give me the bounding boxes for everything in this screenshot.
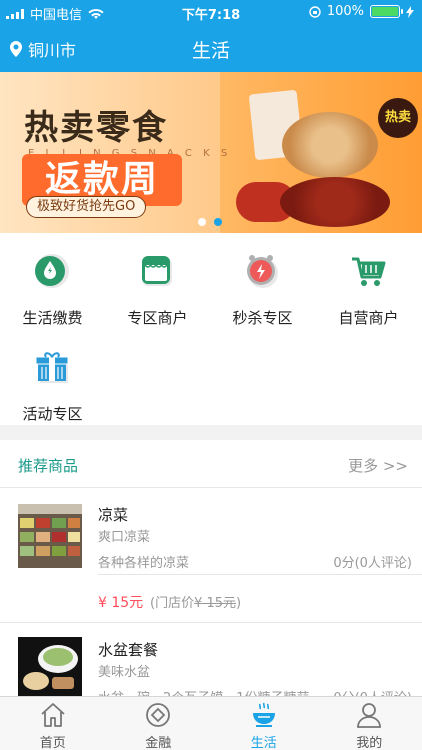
product-category: 爽口凉菜 xyxy=(98,530,151,545)
orientation-lock-icon xyxy=(309,5,321,18)
top-bar: 中国电信 下午7:18 100% 铜川市 生活 xyxy=(0,0,422,72)
status-bar: 中国电信 下午7:18 100% xyxy=(0,0,422,24)
section-header: 推荐商品 更多 >> xyxy=(0,440,422,488)
product-rating: 0分(0人评论) xyxy=(333,687,412,696)
banner-pagination xyxy=(198,218,222,226)
tab-mine[interactable]: 我的 xyxy=(317,697,422,750)
product-category: 美味水盆 xyxy=(98,665,151,680)
category-label: 自营商户 xyxy=(338,309,399,327)
water-drop-icon xyxy=(35,254,69,288)
product-description: 各种各样的凉菜 xyxy=(98,556,190,571)
tab-label: 首页 xyxy=(39,736,66,750)
home-icon xyxy=(41,703,65,727)
tab-home[interactable]: 首页 xyxy=(0,697,106,750)
store-price-prefix: (门店价 xyxy=(150,596,195,611)
category-events[interactable]: 活动专区 xyxy=(0,339,105,423)
banner-badge: 热卖 xyxy=(378,98,418,138)
divider xyxy=(98,574,422,575)
banner-headline: 热卖零食 xyxy=(24,108,168,148)
product-item[interactable]: 凉菜 爽口凉菜 各种各样的凉菜 0分(0人评论) ¥ 15元 (门店价¥ 15元… xyxy=(0,488,422,623)
promo-banner[interactable]: 热卖零食 E L L I N G S N A C K S 返款周 极致好货抢先G… xyxy=(0,72,422,233)
category-merchant-zone[interactable]: 专区商户 xyxy=(105,243,210,327)
charging-icon xyxy=(406,5,414,18)
product-name: 凉菜 xyxy=(98,506,129,524)
banner-slogan: 极致好货抢先GO xyxy=(26,196,147,218)
product-price: ¥ 15元 xyxy=(98,595,144,611)
meat-plate-image xyxy=(280,177,390,227)
category-label: 专区商户 xyxy=(127,309,188,327)
store-price-suffix: ) xyxy=(236,596,242,611)
section-title: 推荐商品 xyxy=(18,457,79,475)
store-price-value: ¥ 15元 xyxy=(194,596,237,611)
page-dot[interactable] xyxy=(198,218,206,226)
category-label: 秒杀专区 xyxy=(232,309,293,327)
tab-bar: 首页 金融 生活 我的 xyxy=(0,696,422,750)
category-label: 生活缴费 xyxy=(22,309,83,327)
finance-icon xyxy=(146,703,171,727)
life-cup-icon xyxy=(252,702,275,727)
alarm-clock-icon xyxy=(247,255,278,288)
product-item[interactable]: 水盆套餐 美味水盆 水盆一碗，2个瓦子馍，1份糖子糖蒜 0分(0人评论) xyxy=(0,623,422,696)
product-thumbnail xyxy=(18,637,82,696)
product-thumbnail xyxy=(18,504,82,568)
store-price: (门店价¥ 15元) xyxy=(150,592,241,611)
tab-life[interactable]: 生活 xyxy=(211,697,317,750)
shopping-cart-icon xyxy=(352,257,386,286)
product-rating: 0分(0人评论) xyxy=(333,556,412,571)
cookie-plate-image xyxy=(282,112,378,178)
tab-finance[interactable]: 金融 xyxy=(106,697,212,750)
more-link[interactable]: 更多 >> xyxy=(348,455,408,476)
shop-icon xyxy=(142,256,172,286)
gift-icon xyxy=(35,352,69,383)
tab-label: 生活 xyxy=(250,736,277,750)
page-title: 生活 xyxy=(191,40,230,62)
category-utility-payment[interactable]: 生活缴费 xyxy=(0,243,105,327)
page-dot-active[interactable] xyxy=(214,218,222,226)
battery-icon xyxy=(370,5,403,18)
tab-label: 我的 xyxy=(356,736,383,750)
user-icon xyxy=(357,703,382,728)
battery-percent: 100% xyxy=(326,4,364,19)
recommended-section: 推荐商品 更多 >> 凉菜 爽口凉菜 各种各样的凉菜 0分(0人评论) ¥ 15… xyxy=(0,440,422,696)
nav-header: 铜川市 生活 xyxy=(0,24,422,72)
tab-label: 金融 xyxy=(145,736,172,750)
category-self-operated[interactable]: 自营商户 xyxy=(316,243,421,327)
category-grid: 生活缴费 专区商户 秒杀专区 自营商户 活动专区 xyxy=(0,233,422,425)
product-description: 水盆一碗，2个瓦子馍，1份糖子糖蒜 xyxy=(98,687,310,696)
product-name: 水盆套餐 xyxy=(98,641,159,659)
category-flash-sale[interactable]: 秒杀专区 xyxy=(210,243,315,327)
category-label: 活动专区 xyxy=(22,405,83,423)
